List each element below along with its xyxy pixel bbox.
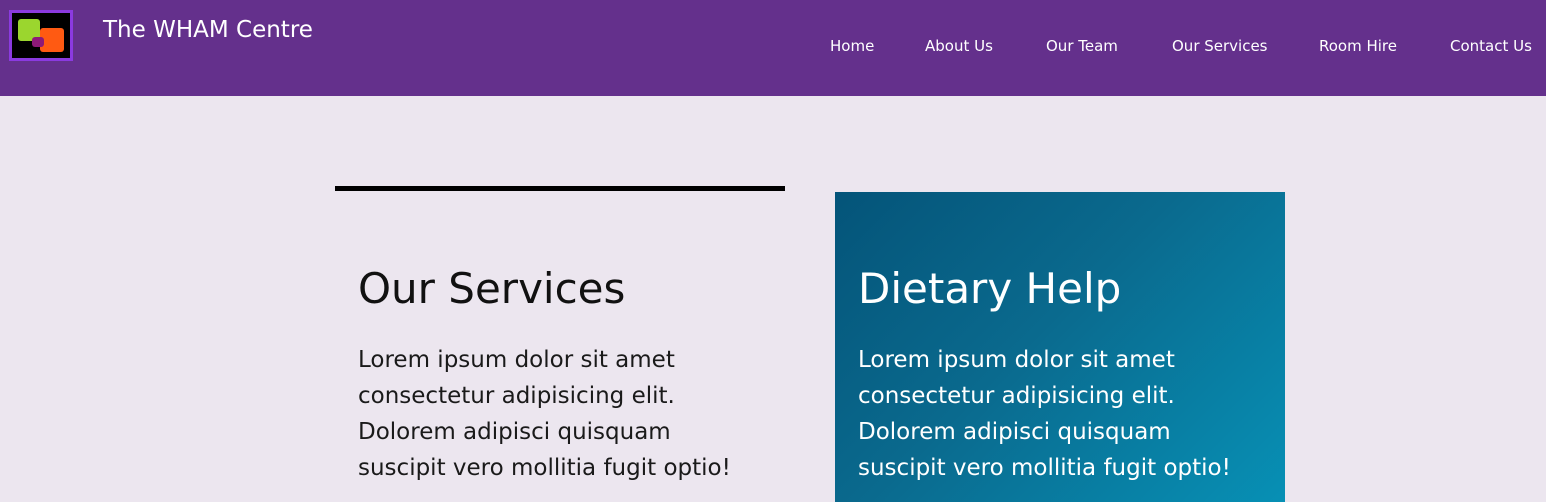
nav-link-about-us[interactable]: About Us <box>925 37 993 55</box>
dietary-help-card[interactable]: Dietary Help Lorem ipsum dolor sit amet … <box>835 192 1285 502</box>
services-description: Lorem ipsum dolor sit amet consectetur a… <box>358 347 731 481</box>
dietary-help-description: Lorem ipsum dolor sit amet consectetur a… <box>858 347 1231 481</box>
dietary-help-heading: Dietary Help <box>858 264 1122 313</box>
nav-link-room-hire[interactable]: Room Hire <box>1319 37 1397 55</box>
nav-link-home[interactable]: Home <box>830 37 874 55</box>
nav-link-our-team[interactable]: Our Team <box>1046 37 1118 55</box>
site-header: The WHAM Centre Home About Us Our Team O… <box>0 0 1546 96</box>
section-divider <box>335 186 785 191</box>
nav-link-contact-us[interactable]: Contact Us <box>1450 37 1532 55</box>
nav-link-our-services[interactable]: Our Services <box>1172 37 1268 55</box>
main-nav: Home About Us Our Team Our Services Room… <box>0 37 1546 59</box>
services-heading: Our Services <box>358 264 626 313</box>
